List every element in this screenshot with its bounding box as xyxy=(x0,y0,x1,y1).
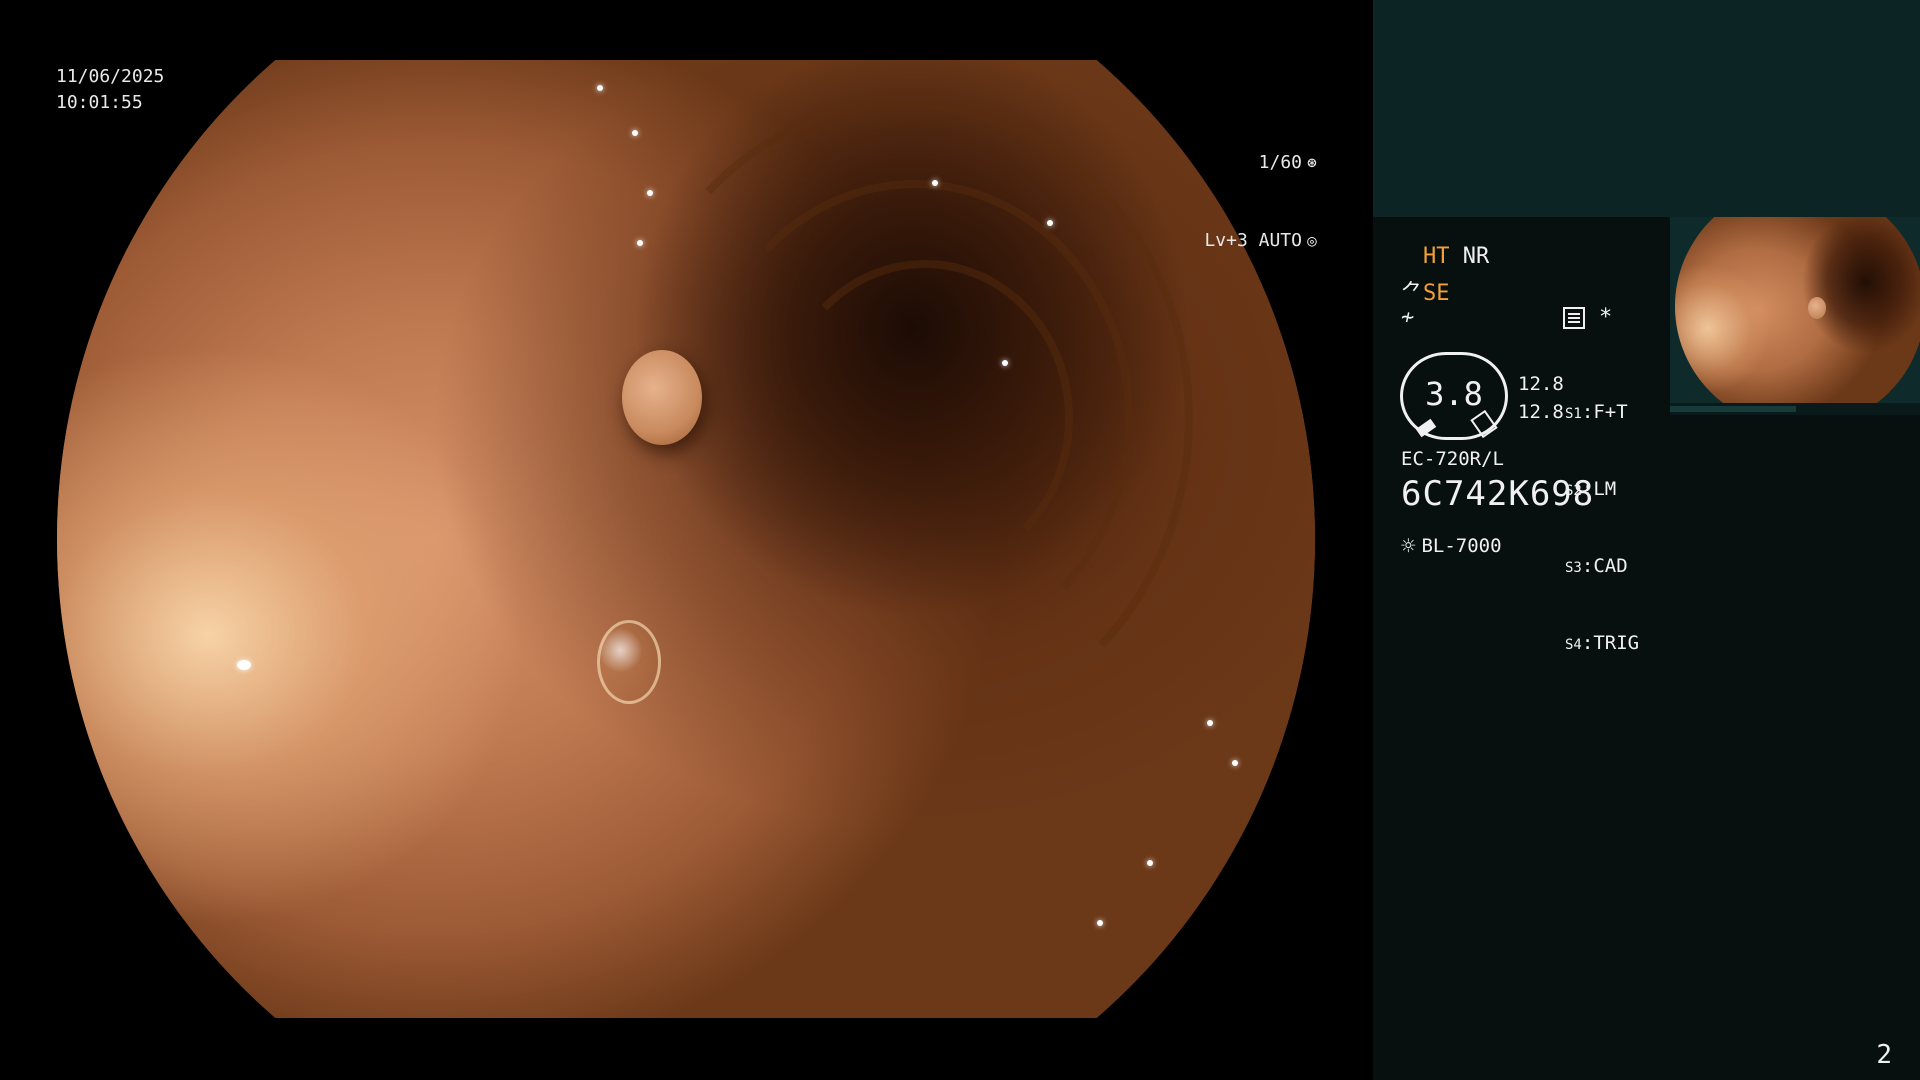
light-reflection xyxy=(1047,220,1053,226)
light-reflection xyxy=(597,85,603,91)
thumbnail-image xyxy=(1675,217,1920,403)
setting-s4: S4:TRIG xyxy=(1565,632,1640,654)
light-source: ☼ BL-7000 xyxy=(1401,532,1502,560)
light-reflection xyxy=(932,180,938,186)
captured-thumbnail[interactable] xyxy=(1670,217,1920,403)
polyp xyxy=(622,350,702,445)
gauge-marker-left xyxy=(1415,418,1437,438)
mode-ht: HT xyxy=(1423,244,1450,269)
flow-icon: ≁ xyxy=(1401,305,1415,330)
shutter-text: 1/60 xyxy=(1258,152,1302,173)
page-number: 2 xyxy=(1876,1040,1892,1070)
iris-text: Lv+3 AUTO xyxy=(1204,230,1302,251)
light-reflection xyxy=(1147,860,1153,866)
date-time-overlay: 11/06/2025 10:01:55 xyxy=(56,64,164,116)
info-panel: HT NR ⺈SE ≁ * 3.8 12.8 12.8 S1:F+T S2:LM … xyxy=(1373,0,1920,1080)
thumbnail-polyp xyxy=(1808,297,1826,319)
setting-label: S4 xyxy=(1565,637,1582,653)
light-reflection xyxy=(637,240,643,246)
endoscope-live-view: 11/06/2025 10:01:55 1/60 ⊛ Lv+3 AUTO ◎ xyxy=(0,0,1373,1080)
setting-value: LM xyxy=(1593,478,1617,500)
gauge-readouts: 12.8 12.8 xyxy=(1518,370,1564,426)
gauge-marker-right xyxy=(1470,409,1498,439)
colon-endoscopic-image xyxy=(57,60,1315,1018)
light-reflection xyxy=(632,130,638,136)
image-mode-row: HT NR xyxy=(1423,244,1489,269)
endoscopy-monitor: 11/06/2025 10:01:55 1/60 ⊛ Lv+3 AUTO ◎ HT N… xyxy=(0,0,1920,1080)
status-icons-row: * xyxy=(1563,305,1612,330)
panel-header-area xyxy=(1373,0,1920,217)
light-reflection xyxy=(1207,720,1213,726)
exposure-overlay: 1/60 ⊛ Lv+3 AUTO ◎ xyxy=(1170,98,1320,306)
settings-list-icon xyxy=(1563,307,1585,329)
flow-mode-row: ≁ xyxy=(1401,305,1414,330)
setting-value: CAD xyxy=(1593,555,1628,577)
date-text: 11/06/2025 xyxy=(56,66,165,87)
readout-2: 12.8 xyxy=(1518,401,1564,423)
scope-serial: 6C742K698 xyxy=(1401,474,1595,514)
light-reflection xyxy=(1097,920,1103,926)
light-reflection xyxy=(1002,360,1008,366)
mode-se: SE xyxy=(1423,281,1450,306)
setting-value: F+T xyxy=(1593,401,1628,423)
enhance-mode-row: ⺈SE xyxy=(1401,275,1450,307)
light-source-label: BL-7000 xyxy=(1421,535,1502,557)
sun-icon: ☼ xyxy=(1401,532,1416,560)
switch-settings-list: S1:F+T S2:LM S3:CAD S4:TRIG xyxy=(1565,350,1639,708)
light-reflection xyxy=(647,190,653,196)
gauge-value: 3.8 xyxy=(1425,375,1483,413)
readout-1: 12.8 xyxy=(1518,373,1564,395)
magnification-gauge: 3.8 xyxy=(1400,352,1508,440)
setting-label: S1 xyxy=(1565,406,1582,422)
setting-value: TRIG xyxy=(1593,632,1640,654)
light-reflection xyxy=(1232,760,1238,766)
setting-s3: S3:CAD xyxy=(1565,555,1628,577)
asterisk-indicator: * xyxy=(1599,305,1613,330)
mucosal-fold xyxy=(777,260,1073,576)
time-text: 10:01:55 xyxy=(56,92,143,113)
thumbnail-bar-segment xyxy=(1670,406,1796,412)
mode-nr: NR xyxy=(1462,244,1490,269)
light-reflection xyxy=(237,660,251,670)
scope-model: EC-720R/L xyxy=(1401,448,1504,470)
structure-enhance-icon: ⺈ xyxy=(1401,281,1424,306)
setting-s1: S1:F+T xyxy=(1565,401,1628,423)
iris-icon: ◎ xyxy=(1307,231,1317,250)
thumbnail-status-bar xyxy=(1670,403,1920,415)
fluid-bubble xyxy=(597,620,661,704)
setting-label: S3 xyxy=(1565,560,1582,576)
aperture-icon: ⊛ xyxy=(1307,153,1317,172)
